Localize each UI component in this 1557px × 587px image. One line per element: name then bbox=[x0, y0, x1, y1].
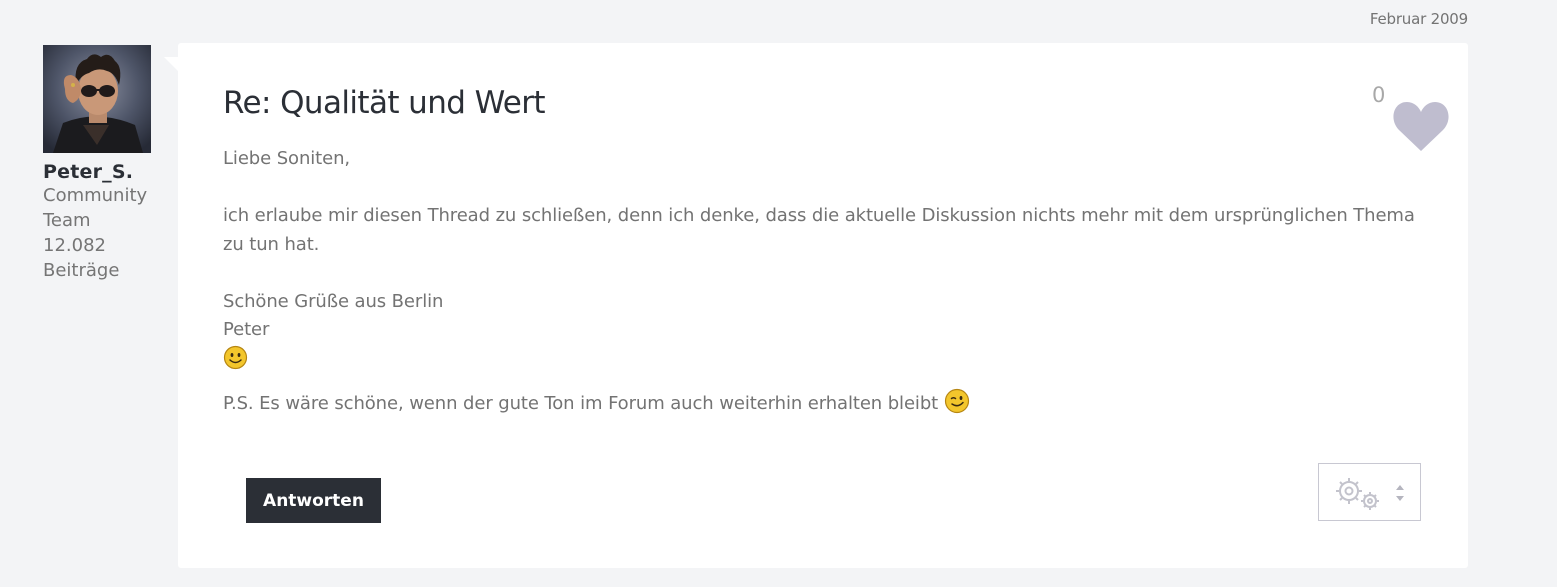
author-name[interactable]: Peter_S. bbox=[43, 161, 168, 183]
emoji-line bbox=[223, 345, 1433, 375]
body-paragraph: ich erlaube mir diesen Thread zu schließ… bbox=[223, 205, 1415, 255]
author-role-line: Community bbox=[43, 185, 148, 206]
card-notch bbox=[164, 57, 180, 73]
smile-emoji-icon bbox=[223, 345, 248, 369]
avatar[interactable] bbox=[43, 45, 151, 153]
kudos-count: 0 bbox=[1372, 83, 1386, 107]
post-count-value: 12.082 bbox=[43, 235, 106, 256]
author-post-count: 12.082 Beiträge bbox=[43, 233, 168, 283]
post-title: Re: Qualität und Wert bbox=[223, 85, 546, 121]
post-body: Liebe Soniten, ich erlaube mir diesen Th… bbox=[223, 145, 1433, 419]
body-signature: Peter bbox=[223, 319, 270, 340]
wink-emoji-icon bbox=[944, 388, 969, 414]
post-card: Re: Qualität und Wert 0 Liebe Soniten, i… bbox=[164, 43, 1468, 568]
author-role-line: Team bbox=[43, 210, 91, 231]
body-ps-text: P.S. Es wäre schöne, wenn der gute Ton i… bbox=[223, 393, 939, 414]
body-greeting: Liebe Soniten, bbox=[223, 148, 351, 169]
author-panel: Peter_S. Community Team 12.082 Beiträge bbox=[43, 45, 168, 283]
reply-button[interactable]: Antworten bbox=[246, 478, 381, 523]
sort-arrows-icon bbox=[1396, 485, 1404, 501]
post-date: Februar 2009 bbox=[1369, 10, 1468, 28]
post-options-button[interactable] bbox=[1318, 463, 1421, 521]
post-count-label: Beiträge bbox=[43, 260, 120, 281]
body-ps: P.S. Es wäre schöne, wenn der gute Ton i… bbox=[223, 388, 1433, 419]
body-closing: Schöne Grüße aus Berlin bbox=[223, 290, 444, 312]
author-role: Community Team bbox=[43, 183, 168, 233]
